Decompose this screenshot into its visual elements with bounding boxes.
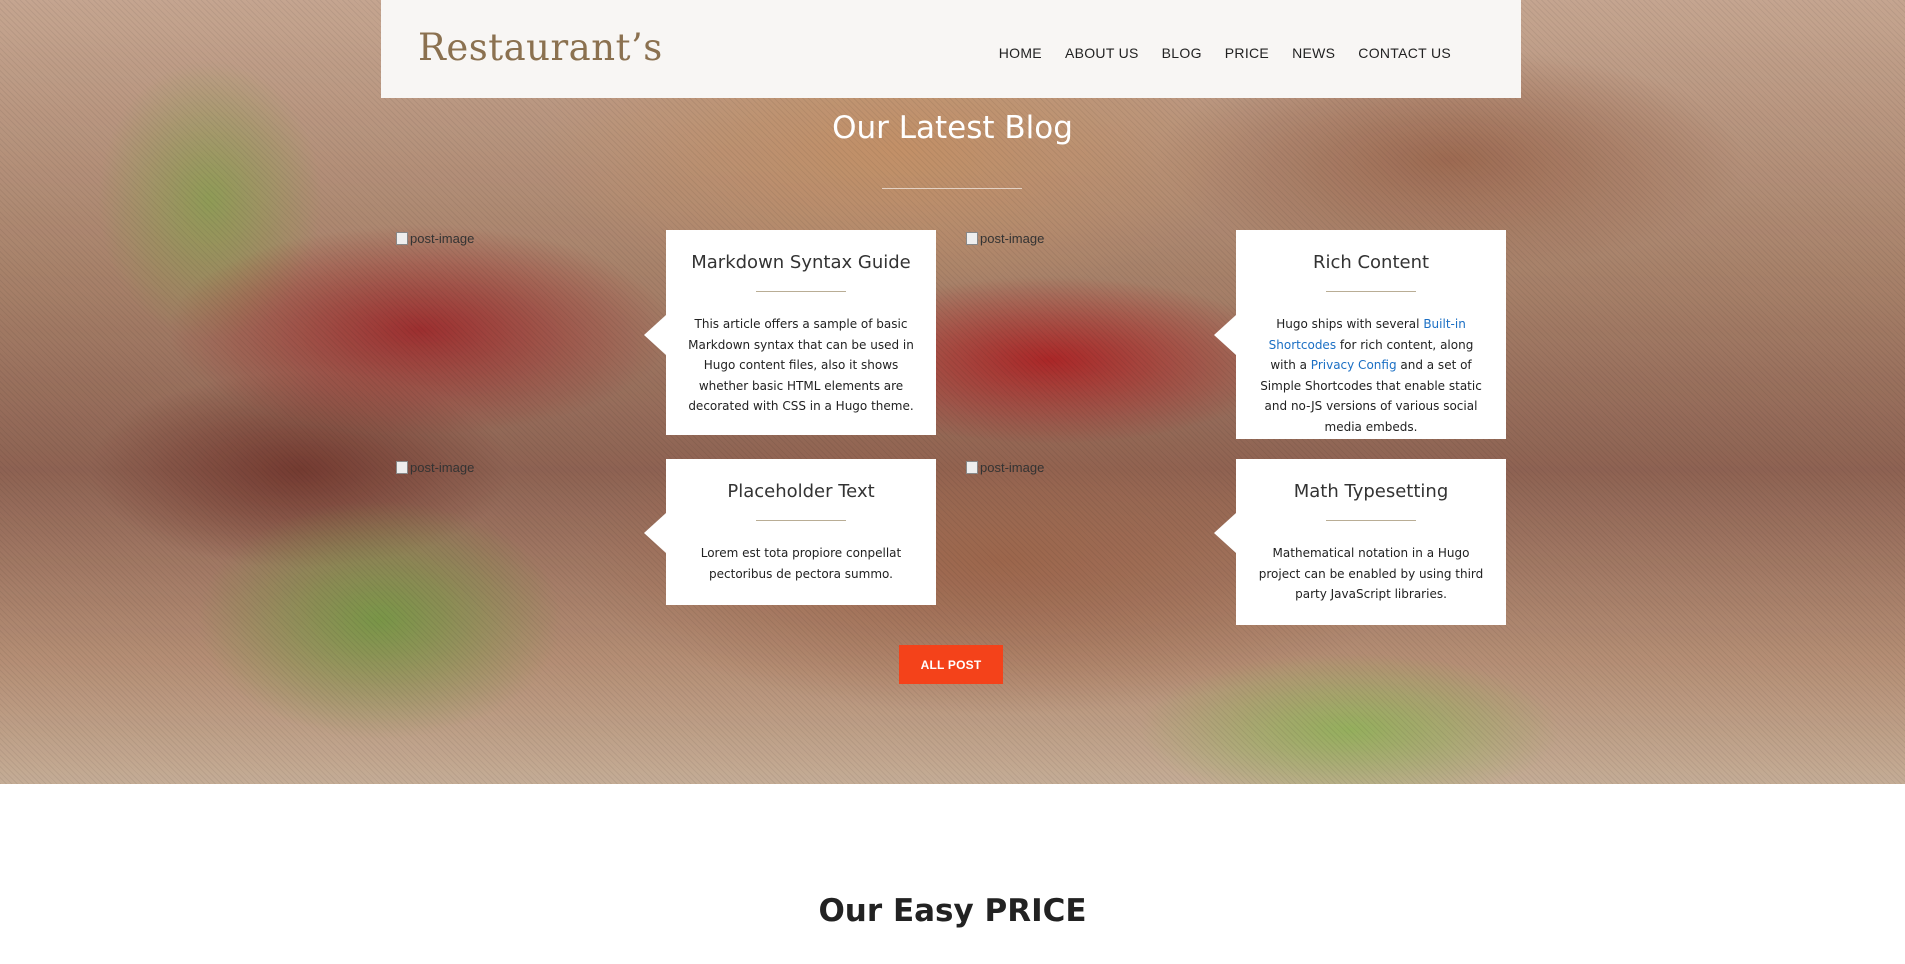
nav-home[interactable]: HOME <box>999 45 1042 61</box>
broken-image-icon <box>966 232 978 245</box>
post-image[interactable]: post-image <box>966 231 1236 441</box>
post-excerpt: This article offers a sample of basic Ma… <box>688 317 914 413</box>
post-image-alt: post-image <box>980 231 1045 246</box>
post-excerpt: Lorem est tota propiore conpellat pector… <box>700 546 902 581</box>
post-image[interactable]: post-image <box>396 231 666 441</box>
post-card: Markdown Syntax Guide This article offer… <box>644 230 936 435</box>
nav-about-us[interactable]: ABOUT US <box>1065 45 1139 61</box>
post-title-divider <box>1326 291 1416 292</box>
post-excerpt: Hugo ships with several Built-in Shortco… <box>1256 314 1486 437</box>
nav-price[interactable]: PRICE <box>1225 45 1269 61</box>
post-title[interactable]: Math Typesetting <box>1256 481 1486 502</box>
broken-image-icon <box>396 232 408 245</box>
price-section-title: Our Easy PRICE <box>818 893 1087 929</box>
post-image[interactable]: post-image <box>396 460 666 670</box>
post-title[interactable]: Markdown Syntax Guide <box>686 252 916 273</box>
post-title[interactable]: Rich Content <box>1256 252 1486 273</box>
broken-image-icon <box>396 461 408 474</box>
post-title-divider <box>756 291 846 292</box>
post-image[interactable]: post-image <box>966 460 1236 670</box>
all-post-button[interactable]: ALL POST <box>899 645 1003 684</box>
post-image-alt: post-image <box>410 460 475 475</box>
post-image-alt: post-image <box>410 231 475 246</box>
main-nav: HOME ABOUT US BLOG PRICE NEWS CONTACT US <box>976 45 1451 61</box>
post-image-alt: post-image <box>980 460 1045 475</box>
post-excerpt-text: Hugo ships with several <box>1276 317 1424 331</box>
blog-title-divider <box>882 188 1022 189</box>
post-title-divider <box>756 520 846 521</box>
nav-contact-us[interactable]: CONTACT US <box>1358 45 1451 61</box>
blog-section-title: Our Latest Blog <box>832 110 1073 146</box>
post-title[interactable]: Placeholder Text <box>686 481 916 502</box>
post-title-divider <box>1326 520 1416 521</box>
post-card: Placeholder Text Lorem est tota propiore… <box>644 459 936 605</box>
privacy-config-link[interactable]: Privacy Config <box>1311 358 1397 372</box>
broken-image-icon <box>966 461 978 474</box>
nav-blog[interactable]: BLOG <box>1162 45 1202 61</box>
post-card: Rich Content Hugo ships with several Bui… <box>1214 230 1506 439</box>
post-excerpt: Mathematical notation in a Hugo project … <box>1258 546 1484 601</box>
post-card: Math Typesetting Mathematical notation i… <box>1214 459 1506 625</box>
site-logo[interactable]: Restaurant’s <box>418 26 663 73</box>
site-header: Restaurant’s HOME ABOUT US BLOG PRICE NE… <box>381 0 1521 98</box>
nav-news[interactable]: NEWS <box>1292 45 1335 61</box>
